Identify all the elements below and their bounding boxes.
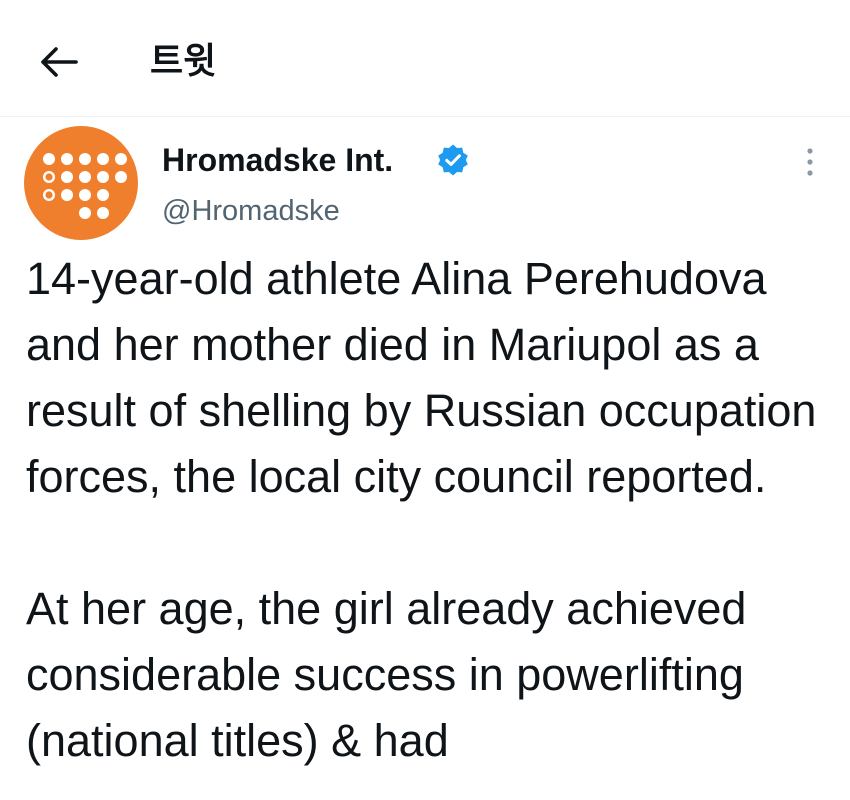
- more-vertical-icon: [807, 148, 813, 176]
- top-bar: 트윗: [0, 0, 850, 117]
- author-handle[interactable]: @Hromadske: [162, 192, 340, 230]
- page-title: 트윗: [150, 41, 217, 82]
- tweet-text: 14-year-old athlete Alina Perehudova and…: [26, 253, 817, 766]
- more-options-button[interactable]: [792, 142, 828, 182]
- hromadske-logo: [43, 153, 127, 219]
- back-button[interactable]: [32, 38, 84, 86]
- avatar[interactable]: [24, 126, 138, 240]
- arrow-left-icon: [41, 47, 78, 77]
- author-display-name[interactable]: Hromadske Int.: [162, 140, 393, 180]
- verified-badge-icon: [438, 144, 468, 176]
